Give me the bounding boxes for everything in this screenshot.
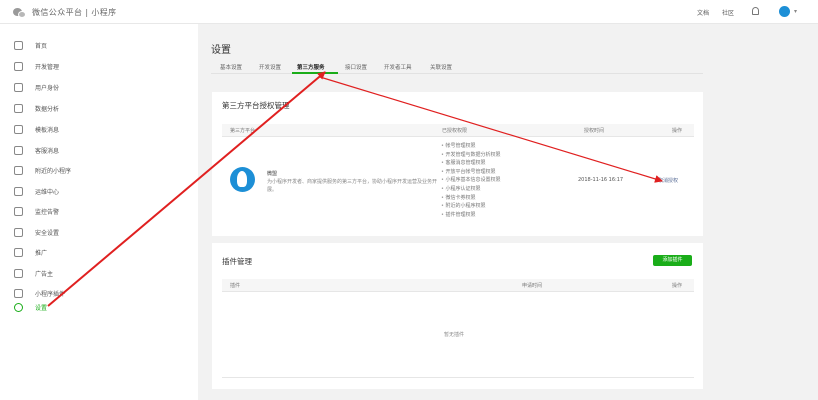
sidebar-item-label: 开发管理: [35, 63, 60, 71]
column-plugin-action: 操作: [672, 283, 683, 289]
tab-linked[interactable]: 关联设置: [430, 63, 452, 71]
list-item: 小程序认证权限: [441, 185, 501, 194]
column-plugin: 插件: [230, 283, 241, 289]
wechat-logo-icon: [13, 7, 26, 18]
message-icon: [14, 124, 23, 134]
sidebar-item-label: 首页: [35, 42, 48, 50]
sidebar-item-label: 模板消息: [35, 126, 60, 134]
tab-third-party[interactable]: 第三方服务: [297, 63, 325, 71]
sidebar-item-label: 设置: [35, 304, 48, 312]
top-bar: 微信公众平台 | 小程序 文档 社区 ▾: [0, 0, 818, 24]
active-tab-indicator: [292, 72, 338, 74]
platform-name: 微盟: [267, 171, 278, 177]
sidebar-item-home[interactable]: 首页: [14, 39, 47, 51]
sidebar-item-customer-service[interactable]: 客服消息: [14, 144, 59, 156]
sidebar-item-label: 监控告警: [35, 208, 60, 216]
sidebar-item-template-messages[interactable]: 模板消息: [14, 123, 59, 135]
plugins-table-header: 插件 申请时间 操作: [222, 279, 694, 292]
settings-tabs: 基本设置 开发设置 第三方服务 接口设置 开发者工具 关联设置: [211, 60, 703, 74]
nav-docs-link[interactable]: 文档: [697, 8, 709, 17]
user-icon: [14, 82, 23, 92]
sidebar-item-label: 安全设置: [35, 229, 60, 237]
sidebar-item-user-identity[interactable]: 用户身份: [14, 81, 59, 93]
sidebar-item-label: 客服消息: [35, 147, 60, 155]
sidebar-item-label: 附近的小程序: [35, 167, 72, 175]
tab-developer-tools[interactable]: 开发者工具: [384, 63, 412, 71]
list-item: 帐号管理权限: [441, 142, 501, 151]
revoke-auth-link[interactable]: 取消授权: [658, 177, 678, 184]
sidebar-item-operations[interactable]: 运维中心: [14, 185, 59, 197]
list-item: 开发管理与数据分析权限: [441, 151, 501, 160]
third-party-title: 第三方平台授权管理: [222, 101, 290, 110]
column-permissions: 已授权权限: [442, 128, 468, 134]
plugin-icon: [14, 288, 23, 298]
list-item: 插件管理权限: [441, 211, 501, 220]
chevron-down-icon[interactable]: ▾: [794, 8, 797, 15]
sidebar-item-advertiser[interactable]: 广告主: [14, 267, 53, 279]
sidebar-item-label: 用户身份: [35, 84, 60, 92]
gear-icon: [14, 302, 23, 312]
sidebar: 首页 开发管理 用户身份 数据分析 模板消息 客服消息 附近的小程序 运维中心 …: [0, 24, 198, 400]
list-item: 小程序基本信息设置权限: [441, 176, 501, 185]
sidebar-item-promotion[interactable]: 推广: [14, 246, 47, 258]
logo[interactable]: 微信公众平台 | 小程序: [13, 7, 117, 18]
wrench-icon: [14, 186, 23, 196]
ad-icon: [14, 268, 23, 278]
location-icon: [14, 165, 23, 175]
sidebar-item-plugins[interactable]: 小程序插件: [14, 287, 65, 299]
list-item: 客服消息管理权限: [441, 159, 501, 168]
platform-logo-icon: [230, 167, 255, 192]
sidebar-item-label: 数据分析: [35, 105, 60, 113]
column-platform: 第三方平台: [230, 128, 256, 134]
permission-list: 帐号管理权限 开发管理与数据分析权限 客服消息管理权限 开放平台帐号管理权限 小…: [441, 142, 501, 219]
plugins-title: 插件管理: [222, 257, 252, 266]
tab-basic[interactable]: 基本设置: [220, 63, 242, 71]
sidebar-item-security[interactable]: 安全设置: [14, 226, 59, 238]
list-item: 开放平台帐号管理权限: [441, 168, 501, 177]
column-auth-time: 授权时间: [584, 128, 605, 134]
list-item: 微信卡券权限: [441, 194, 501, 203]
auth-time: 2018-11-16 16:17: [578, 177, 624, 183]
sidebar-item-label: 运维中心: [35, 188, 60, 196]
sidebar-item-label: 推广: [35, 249, 48, 257]
bell-icon[interactable]: [752, 7, 759, 15]
add-plugin-button[interactable]: 添加插件: [653, 255, 692, 266]
column-action: 操作: [672, 128, 683, 134]
sidebar-item-label: 小程序插件: [35, 290, 66, 298]
list-item: 附近的小程序权限: [441, 202, 501, 211]
nav-community-link[interactable]: 社区: [722, 8, 734, 17]
home-icon: [14, 40, 23, 50]
platform-description: 为小程序开发者、商家提供服务的第三方平台，协助小程序开发运营及业务开展。: [267, 179, 438, 193]
promote-icon: [14, 247, 23, 257]
shield-icon: [14, 227, 23, 237]
monitor-icon: [14, 206, 23, 216]
page-title: 设置: [211, 45, 231, 56]
sidebar-item-statistics[interactable]: 数据分析: [14, 102, 59, 114]
avatar[interactable]: [779, 6, 790, 17]
sidebar-item-settings[interactable]: 设置: [14, 301, 47, 313]
logo-text: 微信公众平台 | 小程序: [32, 8, 117, 17]
third-party-table-header: 第三方平台 已授权权限 授权时间 操作: [222, 124, 694, 137]
chart-icon: [14, 103, 23, 113]
plugins-empty-text: 暂无插件: [444, 332, 465, 338]
sidebar-item-development[interactable]: 开发管理: [14, 60, 59, 72]
chat-icon: [14, 145, 23, 155]
tab-development[interactable]: 开发设置: [259, 63, 281, 71]
sidebar-item-nearby[interactable]: 附近的小程序: [14, 164, 71, 176]
column-apply-time: 申请时间: [522, 283, 543, 289]
code-icon: [14, 61, 23, 71]
tab-interface[interactable]: 接口设置: [345, 63, 367, 71]
sidebar-item-label: 广告主: [35, 270, 54, 278]
sidebar-item-monitoring[interactable]: 监控告警: [14, 205, 59, 217]
